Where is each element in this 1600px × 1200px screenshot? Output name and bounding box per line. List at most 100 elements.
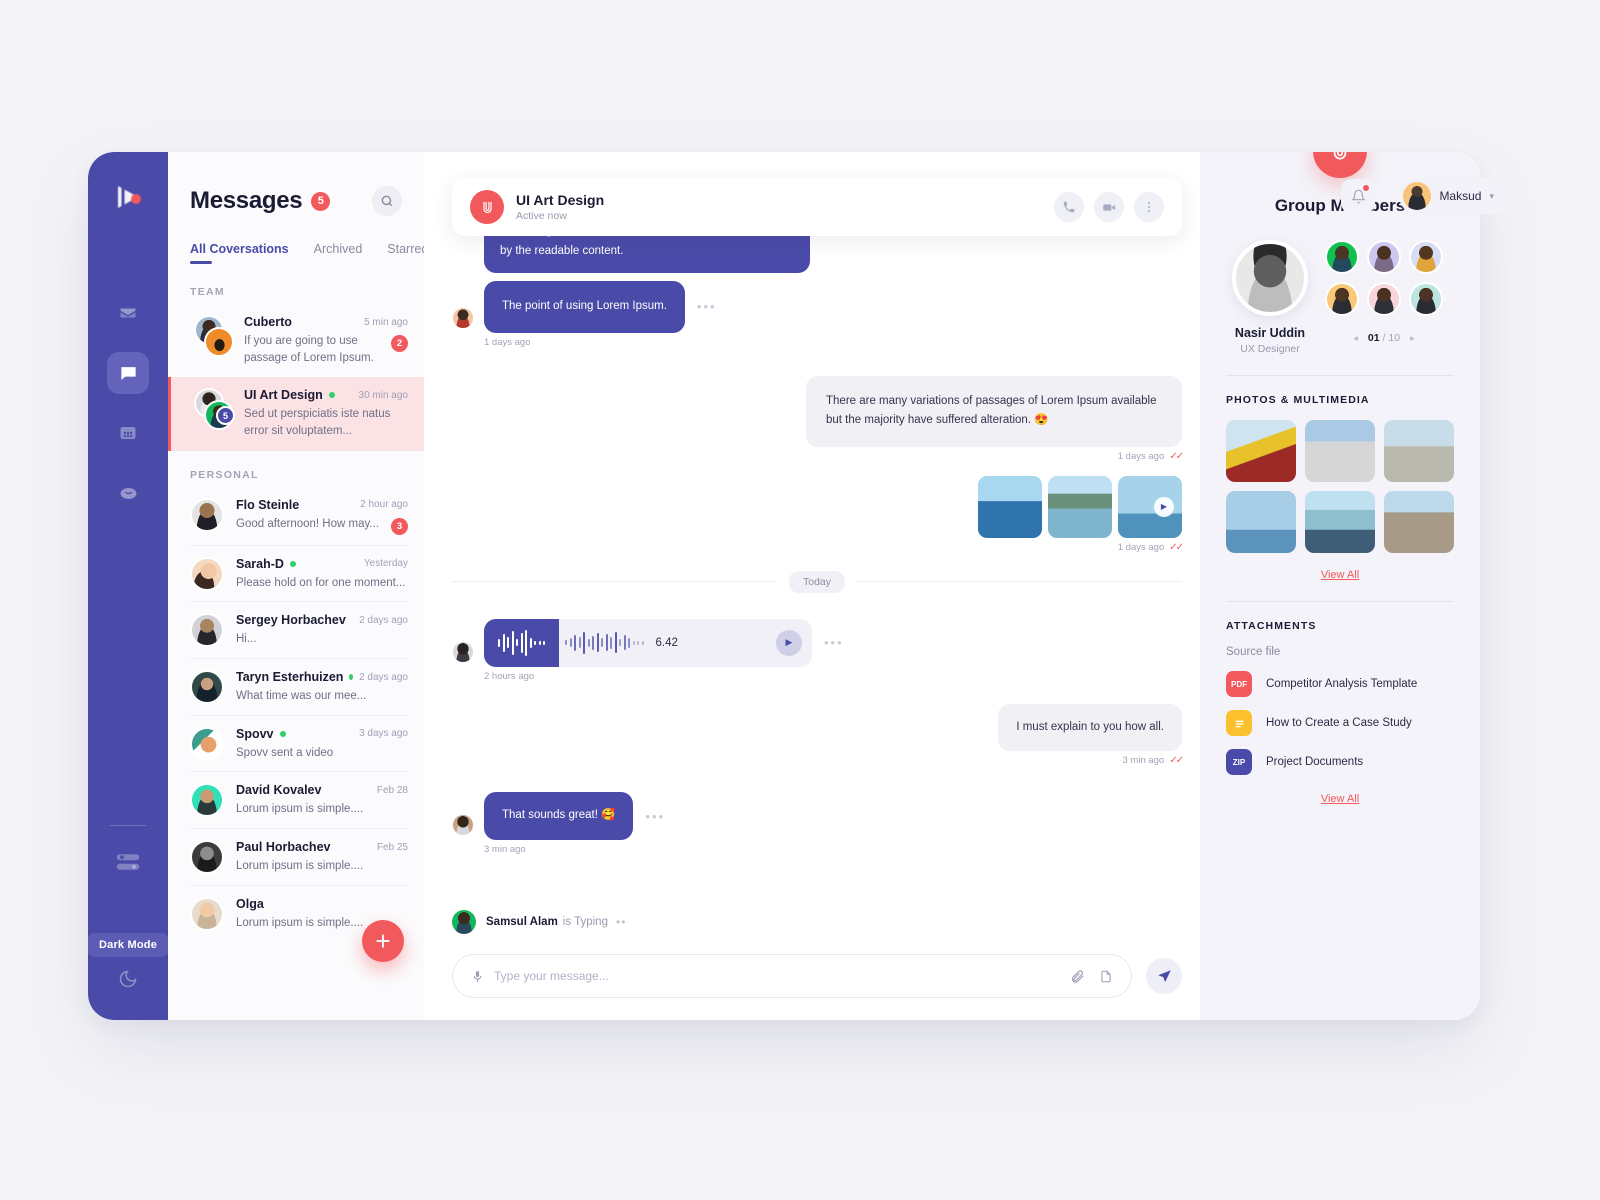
divider-line: [452, 581, 777, 583]
more-options-button[interactable]: [1134, 192, 1164, 222]
list-item-top: UI Art Design 30 min ago: [244, 388, 408, 402]
voice-message[interactable]: 6.42 ▶: [484, 618, 812, 667]
sidebar-item-chat[interactable]: [107, 352, 149, 394]
list-item[interactable]: Paul Horbachev Feb 25 Lorum ipsum is sim…: [168, 829, 424, 886]
avatar[interactable]: [1409, 240, 1443, 274]
conversation-preview: Sed ut perspiciatis iste natus error sit…: [244, 408, 391, 438]
gallery-image[interactable]: ▶: [1118, 475, 1182, 538]
conversation-preview: If you are going to use passage of Lorem…: [244, 335, 374, 364]
conversation-name: Flo Steinle: [236, 497, 300, 512]
avatar[interactable]: [1325, 282, 1359, 316]
tab-starred[interactable]: Starred: [387, 242, 428, 264]
avatar: [190, 497, 224, 535]
prev-page-button[interactable]: ◂: [1353, 333, 1358, 344]
photo-thumb[interactable]: [1305, 491, 1375, 553]
avatar: [190, 613, 224, 648]
message-options-icon[interactable]: •••: [645, 809, 665, 824]
voice-duration: 6.42: [655, 636, 678, 649]
unread-count-badge: 5: [311, 191, 331, 211]
new-conversation-button[interactable]: +: [362, 920, 404, 962]
video-call-button[interactable]: [1094, 192, 1124, 222]
list-item-top: Olga: [236, 897, 408, 911]
list-item[interactable]: 5 UI Art Design 30 min ago Sed ut perspi…: [168, 377, 424, 452]
message-bubble[interactable]: The point of using Lorem Ipsum.: [484, 281, 685, 333]
photo-thumb[interactable]: [1305, 420, 1375, 482]
call-button[interactable]: [1054, 192, 1084, 222]
photo-thumb[interactable]: [1384, 420, 1454, 482]
sidebar-item-mail[interactable]: [107, 292, 149, 334]
message-bubble[interactable]: There are many variations of passages of…: [806, 375, 1182, 447]
file-icon[interactable]: [1099, 969, 1113, 984]
list-item[interactable]: PDF Competitor Analysis Template: [1226, 671, 1454, 697]
conversation-header: Messages 5 All Coversations Archived Sta…: [168, 152, 428, 264]
gallery-image[interactable]: [1048, 475, 1112, 538]
tab-archived[interactable]: Archived: [314, 242, 363, 264]
avatar[interactable]: [1367, 282, 1401, 316]
message-bubble[interactable]: That sounds great! 🥰: [484, 792, 634, 840]
photo-thumb[interactable]: [1226, 491, 1296, 553]
message-row: The point of using Lorem Ipsum. •••: [452, 281, 1182, 333]
conversation-time: Feb 25: [376, 841, 408, 853]
list-item-bottom: Please hold on for one moment...: [236, 575, 408, 592]
list-item[interactable]: Sarah-D Yesterday Please hold on for one…: [168, 546, 424, 603]
voice-progress: [484, 618, 559, 667]
gallery-image[interactable]: [978, 475, 1042, 538]
attachments-view-all-link[interactable]: View All: [1226, 793, 1454, 805]
list-item[interactable]: How to Create a Case Study: [1226, 710, 1454, 736]
avatar[interactable]: [1367, 240, 1401, 274]
sidebar-item-emoji[interactable]: [107, 472, 149, 514]
list-item-top: Flo Steinle 2 hour ago: [236, 498, 408, 512]
photo-thumb[interactable]: [1384, 491, 1454, 553]
grid-icon: [120, 427, 136, 439]
message-options-icon[interactable]: •••: [697, 299, 717, 314]
list-item[interactable]: Cuberto 5 min ago If you are going to us…: [168, 304, 424, 377]
avatar[interactable]: [1232, 240, 1308, 316]
play-icon[interactable]: ▶: [1154, 496, 1174, 517]
settings-sliders-button[interactable]: [115, 852, 141, 877]
search-button[interactable]: [372, 186, 402, 216]
avatar[interactable]: [1409, 282, 1443, 316]
list-item[interactable]: Taryn Esterhuizen 2 days ago What time w…: [168, 659, 424, 716]
conversation-preview: Good afternoon! How may...: [236, 517, 379, 530]
list-item-body: Spovv 3 days ago Spovv sent a video: [236, 727, 408, 762]
send-button[interactable]: [1146, 958, 1182, 994]
chat-title-block: UI Art Design Active now: [516, 192, 604, 222]
list-item[interactable]: Flo Steinle 2 hour ago Good afternoon! H…: [168, 487, 424, 546]
notification-dot: [1362, 184, 1371, 192]
avatar: [452, 306, 474, 329]
avatar-image: [190, 840, 224, 875]
conversation-scroll[interactable]: TEAM Cuberto 5 min ago If you are going …: [168, 264, 424, 1020]
dark-mode-tooltip[interactable]: Dark Mode: [88, 933, 170, 957]
photos-view-all-link[interactable]: View All: [1226, 569, 1454, 581]
avatar: 5: [190, 388, 235, 432]
list-item-top: Cuberto 5 min ago: [244, 315, 408, 329]
sidebar-item-apps[interactable]: [107, 412, 149, 454]
message-timestamp: 2 hours ago: [484, 670, 535, 682]
list-item-body: Sarah-D Yesterday Please hold on for one…: [236, 557, 408, 592]
list-item[interactable]: Spovv 3 days ago Spovv sent a video: [168, 716, 424, 773]
user-menu[interactable]: Maksud ▾: [1399, 178, 1508, 214]
conversation-time: 2 days ago: [359, 671, 408, 683]
message-input[interactable]: [494, 969, 1070, 983]
paperclip-icon[interactable]: [1070, 969, 1085, 984]
list-item[interactable]: Sergey Horbachev 2 days ago Hi...: [168, 602, 424, 659]
next-page-button[interactable]: ▸: [1410, 333, 1415, 344]
composer-input-wrap[interactable]: [452, 954, 1132, 998]
play-button[interactable]: ▶: [776, 629, 802, 656]
dark-mode-toggle[interactable]: [118, 969, 138, 994]
avatar[interactable]: [1325, 240, 1359, 274]
photo-thumb[interactable]: [1226, 420, 1296, 482]
message-bubble[interactable]: I must explain to you how all.: [998, 703, 1182, 752]
list-item-top: Spovv 3 days ago: [236, 727, 408, 741]
list-item[interactable]: David Kovalev Feb 28 Lorum ipsum is simp…: [168, 772, 424, 829]
tab-all-conversations[interactable]: All Coversations: [190, 242, 289, 264]
app-logo: [104, 174, 152, 222]
message-options-icon[interactable]: •••: [824, 635, 844, 650]
list-item-body: Flo Steinle 2 hour ago Good afternoon! H…: [236, 498, 408, 535]
notifications-button[interactable]: [1341, 179, 1376, 213]
divider: [1226, 375, 1454, 376]
list-item[interactable]: ZIP Project Documents: [1226, 749, 1454, 775]
microphone-icon[interactable]: [471, 969, 484, 984]
message-list[interactable]: It is a long established fact that a rea…: [424, 216, 1200, 930]
message-composer: [452, 954, 1182, 998]
